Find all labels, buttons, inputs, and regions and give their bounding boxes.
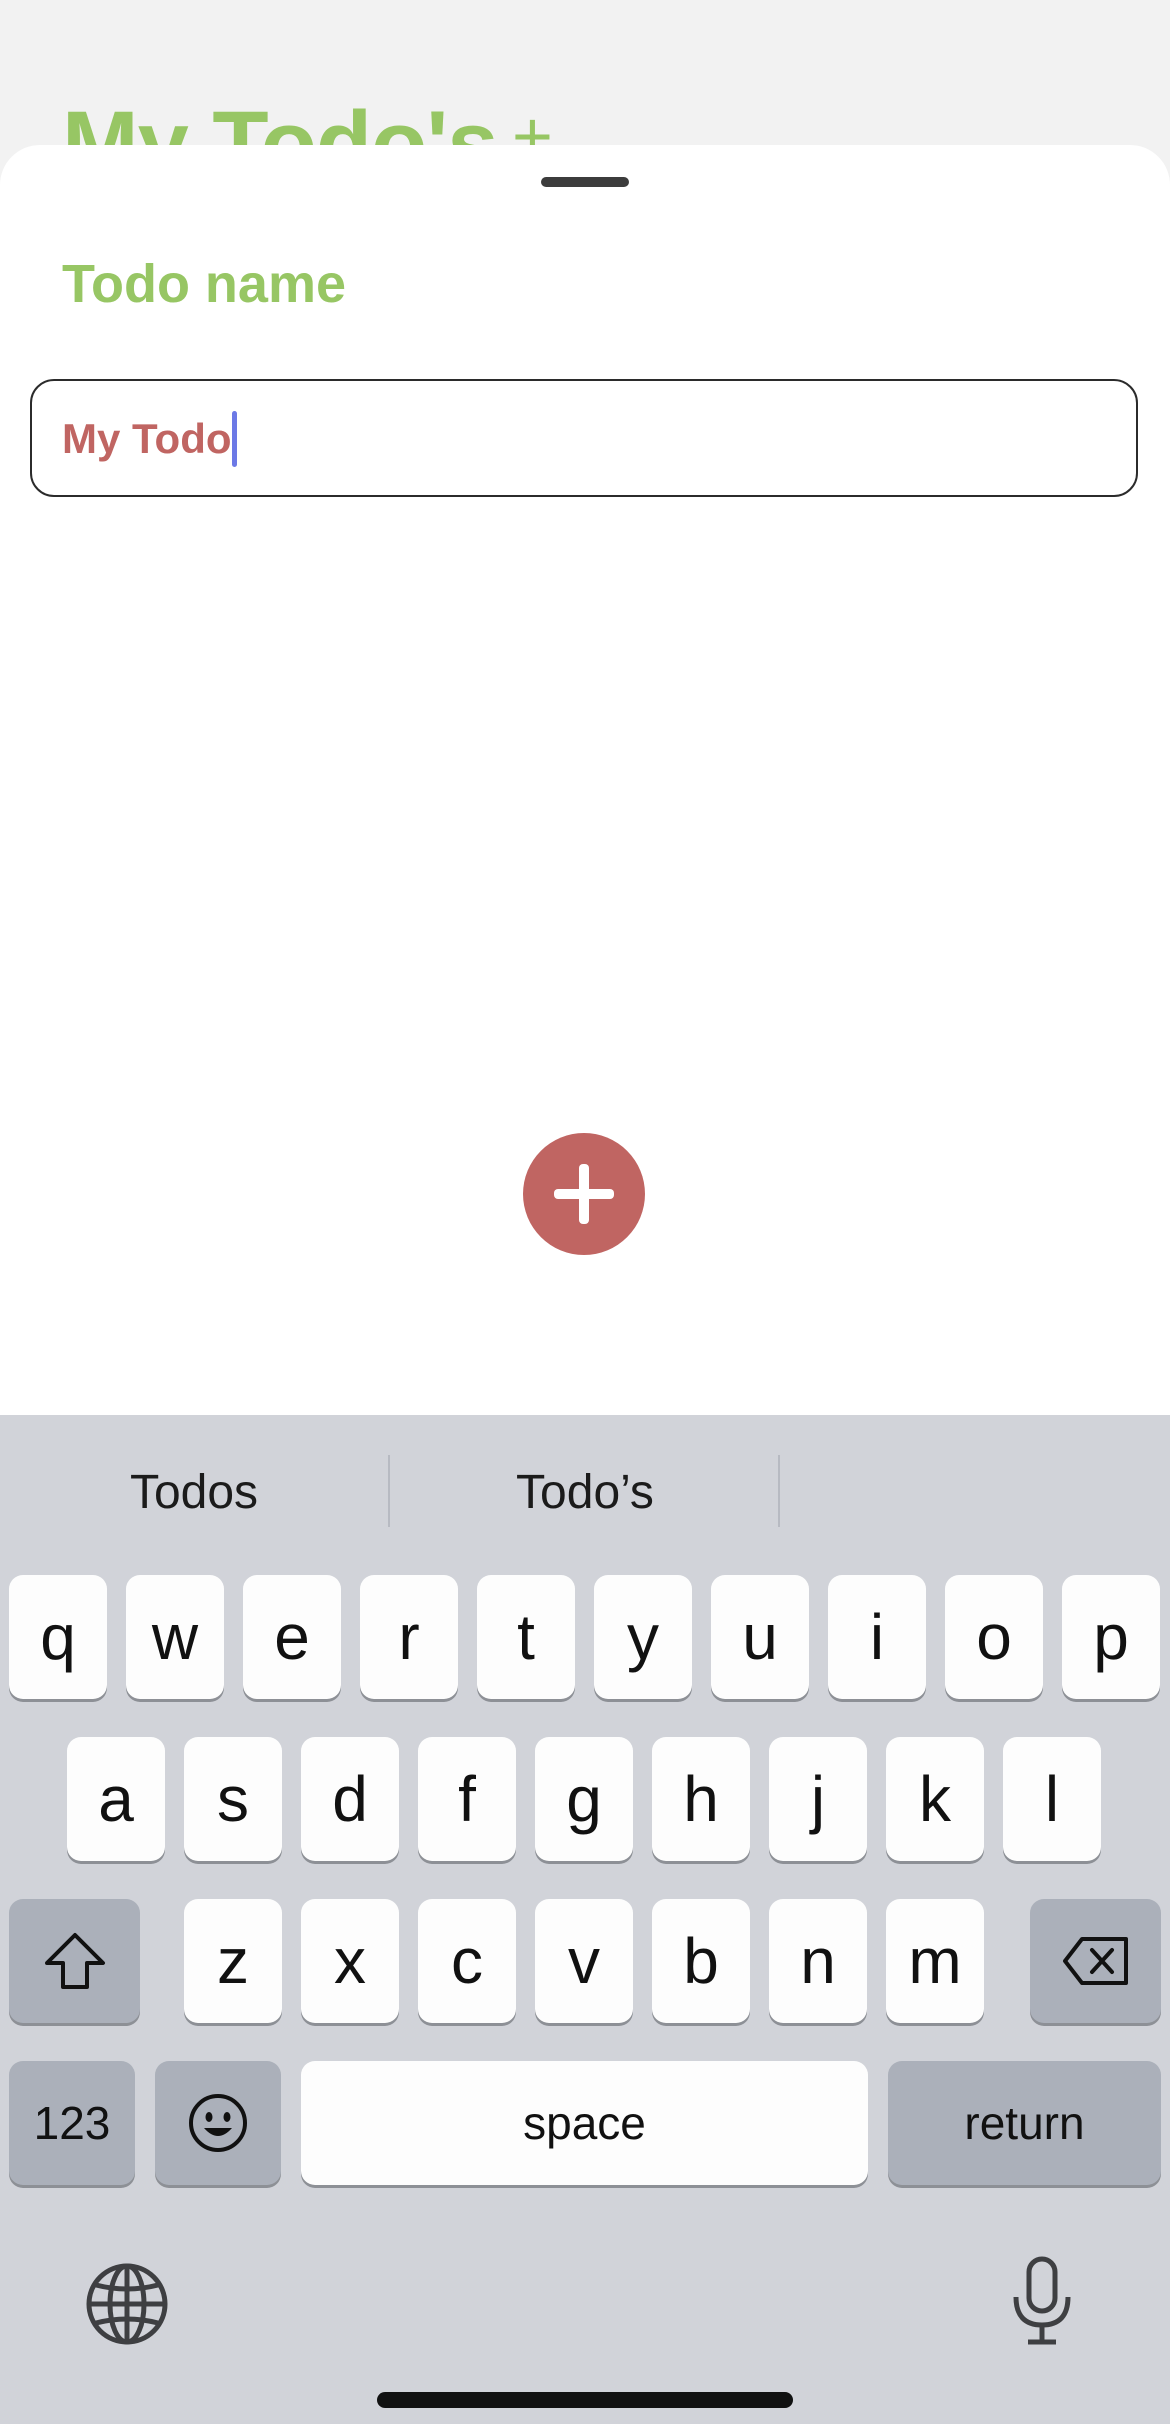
mic-icon[interactable]	[1010, 2255, 1074, 2347]
key-e[interactable]: e	[243, 1575, 341, 1699]
key-n[interactable]: n	[769, 1899, 867, 2023]
key-r[interactable]: r	[360, 1575, 458, 1699]
key-s[interactable]: s	[184, 1737, 282, 1861]
key-t[interactable]: t	[477, 1575, 575, 1699]
key-h[interactable]: h	[652, 1737, 750, 1861]
space-key[interactable]: space	[301, 2061, 868, 2185]
key-x[interactable]: x	[301, 1899, 399, 2023]
emoji-key[interactable]	[155, 2061, 281, 2185]
suggestion-1[interactable]: Todos	[4, 1465, 384, 1520]
key-d[interactable]: d	[301, 1737, 399, 1861]
key-v[interactable]: v	[535, 1899, 633, 2023]
key-z[interactable]: z	[184, 1899, 282, 2023]
key-i[interactable]: i	[828, 1575, 926, 1699]
key-w[interactable]: w	[126, 1575, 224, 1699]
add-todo-sheet: Todo name My Todo	[0, 145, 1170, 1415]
key-q[interactable]: q	[9, 1575, 107, 1699]
emoji-icon	[189, 2094, 247, 2152]
key-a[interactable]: a	[67, 1737, 165, 1861]
add-todo-button[interactable]	[523, 1133, 645, 1255]
key-g[interactable]: g	[535, 1737, 633, 1861]
numbers-key[interactable]: 123	[9, 2061, 135, 2185]
key-u[interactable]: u	[711, 1575, 809, 1699]
shift-icon	[44, 1933, 105, 1989]
key-b[interactable]: b	[652, 1899, 750, 2023]
key-m[interactable]: m	[886, 1899, 984, 2023]
todo-name-input[interactable]: My Todo	[30, 379, 1138, 497]
key-k[interactable]: k	[886, 1737, 984, 1861]
sheet-grabber[interactable]	[541, 177, 629, 187]
key-c[interactable]: c	[418, 1899, 516, 2023]
text-caret	[232, 411, 237, 467]
key-y[interactable]: y	[594, 1575, 692, 1699]
suggestion-divider	[388, 1455, 390, 1527]
return-key[interactable]: return	[888, 2061, 1161, 2185]
backspace-key[interactable]	[1030, 1899, 1161, 2023]
todo-name-value: My Todo	[62, 415, 232, 462]
suggestion-divider	[778, 1455, 780, 1527]
shift-key[interactable]	[9, 1899, 140, 2023]
globe-icon[interactable]	[84, 2261, 170, 2347]
keyboard: Todos Todo’s q w e r t y u i o p a s d f…	[0, 1415, 1170, 2424]
sheet-title: Todo name	[62, 254, 347, 314]
backspace-icon	[1062, 1937, 1128, 1985]
key-f[interactable]: f	[418, 1737, 516, 1861]
key-j[interactable]: j	[769, 1737, 867, 1861]
key-o[interactable]: o	[945, 1575, 1043, 1699]
suggestion-2[interactable]: Todo’s	[395, 1465, 775, 1520]
key-l[interactable]: l	[1003, 1737, 1101, 1861]
home-indicator[interactable]	[377, 2392, 793, 2408]
key-p[interactable]: p	[1062, 1575, 1160, 1699]
